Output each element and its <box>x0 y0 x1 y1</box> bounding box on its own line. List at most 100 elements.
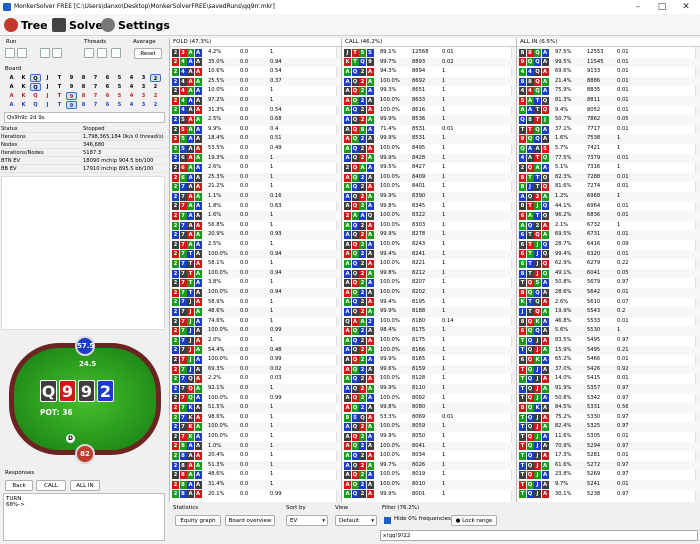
hand-row[interactable]: T T Q A 37.1% 7717 0.01 <box>517 125 700 135</box>
hand-row[interactable]: 4 4 Q A 75.9% 8835 0.01 <box>517 86 700 96</box>
hand-row[interactable]: A Q 2 A 99.8% 8345 1 <box>342 202 516 212</box>
hand-row[interactable]: 2 4 A A 35.0% 0.0 0.94 <box>170 57 341 68</box>
hand-row[interactable]: 6 Q K A 65.2% 5466 0.01 <box>517 355 700 365</box>
hand-row[interactable]: 8 Q K A 84.5% 5331 0.56 <box>517 403 700 413</box>
settings-menu-button[interactable]: Settings <box>101 17 170 34</box>
sortby-select[interactable]: EV ▾ <box>286 515 328 526</box>
back-button[interactable]: Back <box>5 480 33 491</box>
hand-row[interactable]: A Q 2 A 99.9% 8188 1 <box>342 307 516 317</box>
hand-row[interactable]: 6 T J Q 99.4% 6320 0.01 <box>517 249 700 260</box>
hand-row[interactable]: A Q 2 A 100.0% 8692 1 <box>342 76 516 87</box>
hand-row[interactable]: 2 7 J A 54.4% 0.0 0.48 <box>170 345 341 356</box>
hand-row[interactable]: 2 7 T A 100.0% 0.0 0.94 <box>170 288 341 298</box>
hand-row[interactable]: 5 A T Q 81.3% 8811 0.01 <box>517 96 700 106</box>
board-card-3-2[interactable]: 3 <box>138 92 149 100</box>
board-card-A-1[interactable]: A <box>6 83 17 91</box>
hand-row[interactable]: 8 8 Q A 97.5% 12553 0.01 <box>517 48 700 58</box>
board-card-T-3[interactable]: T <box>54 101 65 109</box>
hand-row[interactable]: 2 7 J A 100.0% 0.0 0.99 <box>170 355 341 365</box>
hand-row[interactable]: 2 4 A A 10.0% 0.0 1 <box>170 86 341 96</box>
board-card-4-3[interactable]: 4 <box>126 101 137 109</box>
hand-row[interactable]: A Q 2 A 100.0% 8019 1 <box>342 470 516 480</box>
hand-row[interactable]: A Q 2 A 100.0% 8166 1 <box>342 345 516 356</box>
hand-row[interactable]: 2 7 T A 100.0% 0.0 0.94 <box>170 249 341 260</box>
board-card-9-2[interactable]: 9 <box>66 92 77 100</box>
solve-menu-button[interactable]: Solve <box>52 17 103 34</box>
hand-row[interactable]: 2 7 K A 100.0% 0.0 1 <box>170 432 341 442</box>
hand-row[interactable]: 2 7 J A 2.0% 0.0 1 <box>170 336 341 346</box>
hand-row[interactable]: J T 5 5 89.1% 12568 0.01 <box>342 48 516 58</box>
pause-icon[interactable] <box>111 48 121 58</box>
hand-row[interactable]: 2 8 A A 1.0% 0.0 1 <box>170 441 341 452</box>
board-card-T-2[interactable]: T <box>54 92 65 100</box>
maximize-icon[interactable]: □ <box>650 0 674 14</box>
hand-row[interactable]: A Q 2 A 99.9% 8001 1 <box>342 490 516 500</box>
hand-row[interactable]: 8 Q Q A 28.6% 5642 0.01 <box>517 288 700 298</box>
hand-row[interactable]: T Q 5 A 50.8% 5679 0.97 <box>517 278 700 288</box>
hand-row[interactable]: 2 7 A A 1.8% 0.0 0.63 <box>170 202 341 212</box>
minimize-icon[interactable]: – <box>626 0 650 14</box>
hand-row[interactable]: 2 6 A A 19.3% 0.0 1 <box>170 153 341 164</box>
hand-row[interactable]: 2 6 A A 2.6% 0.0 1 <box>170 163 341 173</box>
hand-row[interactable]: 6 A T Q 96.2% 6836 0.01 <box>517 211 700 221</box>
hand-row[interactable]: A Q 2 A 99.8% 8080 1 <box>342 403 516 413</box>
board-card-9-3[interactable]: 9 <box>66 101 77 109</box>
hand-row[interactable]: 2 7 J A 58.9% 0.0 1 <box>170 298 341 308</box>
board-card-2-1[interactable]: 2 <box>150 83 161 91</box>
hand-row[interactable]: 4 A T Q 77.5% 7379 0.01 <box>517 153 700 164</box>
board-card-K-0[interactable]: K <box>18 74 29 82</box>
hand-row[interactable]: T Q J A 37.0% 5426 0.92 <box>517 364 700 375</box>
hand-row[interactable]: 8 T J Q 49.1% 6041 0.05 <box>517 268 700 279</box>
hand-row[interactable]: 2 8 A A 31.4% 0.0 1 <box>170 480 341 490</box>
hand-row[interactable]: T Q J A 50.8% 5342 0.97 <box>517 394 700 404</box>
hand-row[interactable]: 9 Q Q A 1.6% 7538 1 <box>517 134 700 144</box>
call-button[interactable]: CALL <box>36 480 66 491</box>
hand-row[interactable]: 2 7 K A 98.6% 0.0 1 <box>170 413 341 423</box>
lock-range-button[interactable]: ● Lock range <box>451 515 497 526</box>
hand-row[interactable]: A Q 2 A 100.0% 8041 1 <box>342 441 516 452</box>
hand-row[interactable]: 2 8 A A 20.1% 0.0 0.99 <box>170 490 341 500</box>
view-select[interactable]: Default ▾ <box>335 515 377 526</box>
board-card-6-2[interactable]: 6 <box>102 92 113 100</box>
board-card-A-2[interactable]: A <box>6 92 17 100</box>
hand-row[interactable]: A Q 2 A 94.3% 8694 1 <box>342 67 516 77</box>
hand-row[interactable]: A Q 2 A 100.0% 8401 1 <box>342 182 516 192</box>
board-card-Q-0[interactable]: Q <box>30 74 41 82</box>
hand-row[interactable]: A Q 2 A 99.9% 8278 1 <box>342 230 516 240</box>
hand-row[interactable]: 2 4 A A 10.6% 0.0 0.54 <box>170 67 341 77</box>
hand-row[interactable]: A Q 2 A 100.0% 8633 1 <box>342 96 516 106</box>
board-card-K-3[interactable]: K <box>18 101 29 109</box>
board-card-7-1[interactable]: 7 <box>90 83 101 91</box>
board-card-4-1[interactable]: 4 <box>126 83 137 91</box>
hand-row[interactable]: 8 Q K A 46.8% 5533 0.01 <box>517 317 700 327</box>
board-card-7-3[interactable]: 7 <box>90 101 101 109</box>
hand-row[interactable]: A Q 2 A 100.0% 8409 1 <box>342 172 516 183</box>
allin-button[interactable]: ALL IN <box>70 480 100 491</box>
hand-row[interactable]: K T Q A 2.6% 5610 0.07 <box>517 298 700 308</box>
board-card-4-0[interactable]: 4 <box>126 74 137 82</box>
board-card-5-3[interactable]: 5 <box>114 101 125 109</box>
hand-row[interactable]: A Q 2 A 1.2% 6968 1 <box>517 192 700 202</box>
hand-row[interactable]: T Q J A 23.8% 5269 0.97 <box>517 470 700 480</box>
hand-row[interactable]: 6 T J Q 28.7% 6416 0.09 <box>517 240 700 250</box>
remove-thread-icon[interactable] <box>97 48 107 58</box>
hand-row[interactable]: 2 7 Q A 2.2% 0.0 0.03 <box>170 374 341 384</box>
board-card-J-2[interactable]: J <box>42 92 53 100</box>
board-input[interactable]: Qs9h9c 2d 9s <box>4 112 165 123</box>
board-card-6-3[interactable]: 6 <box>102 101 113 109</box>
board-overview-button[interactable]: Board overview <box>225 515 275 526</box>
hand-row[interactable]: T Q J A 83.5% 5495 0.97 <box>517 336 700 346</box>
hand-row[interactable]: T Q J A 91.9% 5357 0.97 <box>517 384 700 394</box>
hand-row[interactable]: A A T Q 9.4% 8052 0.01 <box>517 106 700 116</box>
hand-row[interactable]: 2 5 A A 18.4% 0.0 0.51 <box>170 134 341 144</box>
hand-row[interactable]: T Q J A 30.1% 5238 0.97 <box>517 490 700 500</box>
hand-row[interactable]: A Q 2 A 100.0% 8128 1 <box>342 374 516 384</box>
hand-row[interactable]: 6 T Q A 69.5% 6731 0.01 <box>517 230 700 240</box>
board-card-7-0[interactable]: 7 <box>90 74 101 82</box>
hand-row[interactable]: 2 7 Q A 100.0% 0.0 0.99 <box>170 394 341 404</box>
hand-row[interactable]: A Q 2 A 98.4% 8175 1 <box>342 326 516 336</box>
hand-row[interactable]: A Q 8 A 71.4% 8531 0.01 <box>342 125 516 135</box>
hand-row[interactable]: A Q 2 A 99.9% 8536 1 <box>342 115 516 125</box>
close-icon[interactable]: ✕ <box>674 0 698 14</box>
board-card-5-2[interactable]: 5 <box>114 92 125 100</box>
